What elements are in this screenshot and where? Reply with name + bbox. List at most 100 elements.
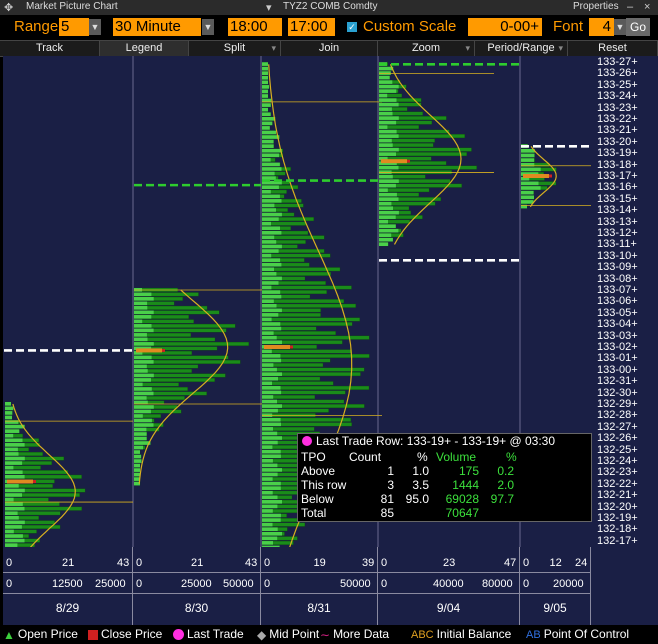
tpo-letters — [379, 206, 393, 210]
info-cell-vpct: 2.0 — [497, 478, 514, 492]
tpo-bar — [261, 381, 334, 386]
tpo-scale-label: 0 — [381, 557, 388, 569]
info-header-cell: Count — [349, 450, 382, 464]
price-tick: 133-17+ — [597, 170, 638, 182]
move-icon[interactable]: ✥ — [4, 1, 13, 14]
go-button[interactable]: Go — [626, 18, 650, 36]
interval-field[interactable]: 30 Minute — [113, 18, 201, 36]
tpo-scale-label: 19 — [313, 557, 326, 569]
custom-scale-checkbox[interactable]: ✓ — [347, 22, 357, 32]
menu-period-range[interactable]: Period/Range ▾ — [475, 41, 568, 56]
start-time-field[interactable]: 18:00 — [228, 18, 282, 36]
legend-label: Initial Balance — [436, 627, 512, 641]
tpo-letters — [262, 440, 278, 445]
font-dropdown-icon[interactable]: ▼ — [614, 19, 626, 35]
price-tick: 133-26+ — [597, 67, 638, 80]
tpo-letters — [5, 538, 25, 543]
tpo-letters — [379, 111, 393, 116]
point-of-control-marker — [264, 345, 290, 349]
menu-legend[interactable]: Legend — [100, 41, 189, 56]
tpo-letters — [379, 174, 393, 179]
tpo-letters — [262, 71, 268, 75]
tpo-letters — [262, 235, 275, 240]
tpo-letters — [379, 75, 390, 80]
tpo-letters — [262, 313, 279, 317]
properties-label[interactable]: Properties — [573, 1, 619, 12]
tpo-letters — [134, 355, 152, 360]
tpo-letters — [262, 463, 278, 468]
tpo-letters — [134, 301, 148, 306]
tpo-letters — [521, 181, 539, 186]
info-header-cell: Volume — [436, 450, 477, 464]
volume-scale-label: 0 — [6, 578, 13, 590]
scale-field[interactable]: 0-00+ — [468, 18, 542, 36]
range-field[interactable]: 5 — [59, 18, 89, 36]
point-of-control-marker — [523, 174, 549, 178]
last-trade-panel: Last Trade Row: 133-19+ - 133-19+ @ 03:3… — [297, 433, 592, 522]
tpo-letters — [262, 431, 278, 436]
tpo-letters — [262, 436, 282, 440]
info-cell-pct: 1.0 — [412, 464, 429, 478]
tpo-letters — [134, 387, 152, 391]
tpo-letters — [379, 224, 396, 228]
tpo-letters — [134, 445, 143, 450]
minimize-icon[interactable]: – — [627, 1, 633, 13]
tpo-letters — [521, 167, 541, 172]
tpo-letters — [379, 89, 397, 93]
tpo-letters — [262, 445, 273, 449]
tpo-letters — [379, 170, 392, 174]
tpo-letters — [262, 285, 272, 290]
menu-join[interactable]: Join — [281, 41, 378, 56]
session-profile — [133, 287, 262, 486]
ab-icon: AB — [526, 628, 541, 641]
price-tick: 133-01+ — [597, 352, 638, 365]
legend-item-last-trade: Last Trade — [173, 627, 244, 641]
info-cell-vpct: 97.7 — [490, 492, 514, 506]
info-cell-label: Above — [301, 464, 336, 478]
tpo-letters — [5, 433, 14, 438]
font-field[interactable]: 4 — [589, 18, 614, 36]
tpo-letters — [134, 360, 154, 364]
menu-track[interactable]: Track — [0, 41, 100, 56]
interval-dropdown-icon[interactable]: ▼ — [202, 19, 214, 35]
info-header-cell: TPO — [301, 450, 326, 464]
footer-divider — [133, 572, 260, 573]
tpo-scale-label: 47 — [504, 557, 517, 569]
price-tick: 132-30+ — [597, 386, 638, 399]
range-dropdown-icon[interactable]: ▼ — [89, 19, 101, 35]
tpo-letters — [379, 183, 396, 188]
close-price-marker — [33, 480, 36, 484]
menu-zoom[interactable]: Zoom ▾ — [378, 41, 475, 56]
end-time-field[interactable]: 17:00 — [288, 18, 335, 36]
price-scale[interactable]: 133-27+ 133-26+ 133-25+ 133-24+ 133-23+ 133-2… — [591, 56, 658, 547]
tpo-letters — [262, 62, 268, 66]
tpo-bar — [261, 367, 365, 372]
tpo-letters — [262, 103, 271, 107]
session-footer-9-05: 0 12 24 0 20000 9/05 — [520, 547, 591, 625]
last-trade-dot-icon — [302, 436, 312, 446]
tpo-letters — [262, 299, 274, 303]
tpo-letters — [134, 409, 151, 414]
tpo-letters — [134, 328, 154, 333]
session-date: 9/04 — [436, 601, 461, 615]
volume-scale-label: 25000 — [181, 578, 212, 590]
tpo-letters — [5, 529, 14, 534]
tpo-letters — [5, 438, 23, 443]
price-tick: 133-14+ — [597, 204, 638, 217]
tpo-letters — [379, 125, 388, 129]
tpo-letters — [262, 185, 279, 189]
square-icon — [88, 629, 98, 640]
session-footer-8-31: 0 19 39 0 50000 8/31 — [261, 547, 378, 625]
tpo-letters — [262, 85, 269, 89]
close-icon[interactable]: × — [644, 1, 650, 13]
tpo-letters — [379, 147, 399, 152]
info-cell-volume: 70647 — [445, 506, 479, 520]
price-tick: 133-20+ — [597, 135, 638, 148]
menu-reset[interactable]: Reset — [568, 41, 658, 56]
tpo-letters — [134, 324, 152, 328]
tpo-letters — [262, 130, 276, 135]
price-tick: 133-08+ — [597, 272, 638, 285]
menu-split[interactable]: Split ▾ — [189, 41, 281, 56]
ticker-arrow-icon[interactable]: ▾ — [266, 1, 272, 14]
tpo-letters — [379, 116, 399, 120]
